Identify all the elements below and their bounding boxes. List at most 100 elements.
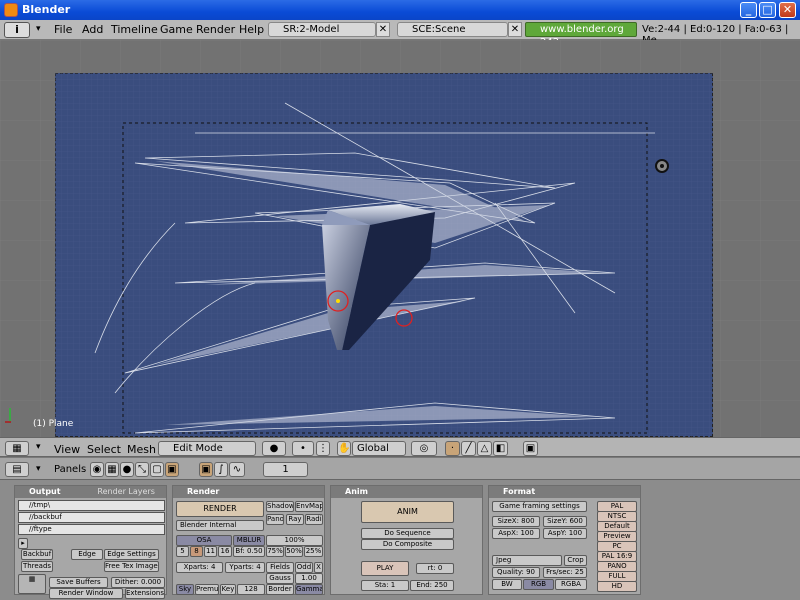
backbuf-toggle[interactable]: Backbuf	[21, 549, 53, 560]
preset-hd[interactable]: HD	[597, 581, 637, 592]
osa-5[interactable]: 5	[176, 546, 189, 557]
dither-field[interactable]: Dither: 0.000	[111, 577, 165, 588]
menu-view[interactable]: View	[54, 443, 80, 456]
tab-render-layers[interactable]: Render Layers	[97, 487, 155, 496]
edge-settings-button[interactable]: Edge Settings	[104, 549, 159, 560]
percent-100-toggle[interactable]: 100%	[266, 535, 323, 546]
key-value-field[interactable]: 128	[237, 584, 265, 595]
save-buffers-toggle[interactable]: Save Buffers	[49, 577, 108, 588]
minimize-button[interactable]: _	[740, 2, 757, 18]
maximize-button[interactable]: □	[759, 2, 776, 18]
ftype-path-field[interactable]: //ftype	[18, 524, 165, 535]
dispview-grid-icon[interactable]: ▦	[18, 574, 46, 594]
editor-type-icon[interactable]: i	[4, 22, 30, 38]
render-engine-selector[interactable]: Blender Internal	[176, 520, 264, 531]
sky-toggle[interactable]: Sky	[176, 584, 194, 595]
fields-toggle[interactable]: Fields	[266, 562, 294, 573]
rgba-toggle[interactable]: RGBA	[555, 579, 587, 590]
crop-toggle[interactable]: Crop	[564, 555, 587, 566]
yparts-field[interactable]: Yparts: 4	[225, 562, 265, 573]
aspy-field[interactable]: AspY: 100	[543, 528, 587, 539]
shadow-toggle[interactable]: Shadow	[266, 501, 294, 512]
shading-context-icon[interactable]: ●	[120, 462, 134, 477]
scene-context-icon[interactable]: ▣	[165, 462, 179, 477]
render-buttons-icon[interactable]: ▣	[199, 462, 213, 477]
backbuf-path-field[interactable]: //backbuf	[18, 512, 165, 523]
editing-context-icon[interactable]: ▢	[150, 462, 164, 477]
percent-25-toggle[interactable]: 25%	[304, 546, 323, 557]
end-frame-field[interactable]: End: 250	[410, 580, 454, 591]
occlude-background-icon[interactable]: ◧	[493, 441, 508, 456]
frs-per-sec-field[interactable]: Frs/sec: 25	[543, 567, 587, 578]
frame-counter[interactable]: 1	[263, 462, 308, 477]
border-toggle[interactable]: Border	[266, 584, 294, 595]
view3d-editor-type-icon[interactable]: ▦	[5, 441, 29, 456]
3d-viewport[interactable]: (1) Plane	[0, 40, 800, 437]
object-context-icon[interactable]: ⤡	[135, 462, 149, 477]
collapse-buttons-icon[interactable]: ▾	[36, 464, 41, 474]
do-sequence-toggle[interactable]: Do Sequence	[361, 528, 454, 539]
face-select-icon[interactable]: △	[477, 441, 492, 456]
bw-toggle[interactable]: BW	[492, 579, 522, 590]
orientation-selector[interactable]: Global	[352, 441, 406, 456]
sizex-field[interactable]: SizeX: 800	[492, 516, 540, 527]
collapse-menu-icon[interactable]: ▾	[36, 24, 41, 34]
ray-toggle[interactable]: Ray	[286, 514, 304, 525]
close-button[interactable]: ✕	[779, 2, 796, 18]
rgb-toggle[interactable]: RGB	[523, 579, 554, 590]
osa-toggle[interactable]: OSA	[176, 535, 232, 546]
render-preview-icon[interactable]: ▣	[523, 441, 538, 456]
menu-mesh[interactable]: Mesh	[127, 443, 156, 456]
snap-grid-icon[interactable]: ⋮	[316, 441, 330, 456]
gauss-toggle[interactable]: Gauss	[266, 573, 294, 584]
gamma-toggle[interactable]: Gamma	[295, 584, 323, 595]
threads-toggle[interactable]: Threads	[21, 561, 53, 572]
anim-button[interactable]: ANIM	[361, 501, 454, 523]
menu-select[interactable]: Select	[87, 443, 121, 456]
game-framing-settings-button[interactable]: Game framing settings	[492, 501, 587, 512]
play-button[interactable]: PLAY	[361, 561, 409, 576]
edge-toggle[interactable]: Edge	[71, 549, 103, 560]
osa-11[interactable]: 11	[204, 546, 217, 557]
osa-8[interactable]: 8	[190, 546, 203, 557]
file-type-selector[interactable]: Jpeg	[492, 555, 562, 566]
manipulator-hand-icon[interactable]: ✋	[337, 441, 351, 456]
xparts-field[interactable]: Xparts: 4	[176, 562, 223, 573]
percent-50-toggle[interactable]: 50%	[285, 546, 303, 557]
osa-16[interactable]: 16	[218, 546, 232, 557]
mode-selector[interactable]: Edit Mode	[158, 441, 256, 456]
collapse-header-icon[interactable]: ▾	[36, 442, 41, 452]
mblur-toggle[interactable]: MBLUR	[233, 535, 265, 546]
quality-field[interactable]: Quality: 90	[492, 567, 540, 578]
draw-type-icon[interactable]: ●	[262, 441, 286, 456]
edge-select-icon[interactable]: ╱	[461, 441, 476, 456]
proportional-edit-icon[interactable]: ◎	[411, 441, 437, 456]
script-context-icon[interactable]: ▦	[105, 462, 119, 477]
anim-buttons-icon[interactable]: ∫	[214, 462, 228, 477]
start-frame-field[interactable]: Sta: 1	[361, 580, 409, 591]
logic-context-icon[interactable]: ◉	[90, 462, 104, 477]
sizey-field[interactable]: SizeY: 600	[543, 516, 587, 527]
aspx-field[interactable]: AspX: 100	[492, 528, 540, 539]
extensions-toggle[interactable]: Extensions	[125, 588, 165, 599]
menu-help[interactable]: Help	[239, 23, 264, 36]
render-window-selector[interactable]: Render Window	[49, 588, 123, 599]
x-toggle[interactable]: X	[314, 562, 323, 573]
key-toggle[interactable]: Key	[220, 584, 236, 595]
radio-toggle[interactable]: Radi	[305, 514, 323, 525]
mesh-object[interactable]	[300, 200, 450, 350]
menu-render[interactable]: Render	[196, 23, 235, 36]
premul-toggle[interactable]: Premul	[195, 584, 219, 595]
vertex-select-icon[interactable]: ·	[445, 441, 460, 456]
menu-file[interactable]: File	[54, 23, 72, 36]
scene-link-icon[interactable]: ▸	[18, 538, 28, 549]
menu-game[interactable]: Game	[160, 23, 193, 36]
screen-delete-icon[interactable]: ✕	[376, 22, 390, 37]
blender-url-link[interactable]: www.blender.org 242	[525, 22, 637, 48]
pano-toggle[interactable]: Pano	[266, 514, 284, 525]
rt-field[interactable]: rt: 0	[416, 563, 454, 574]
sound-buttons-icon[interactable]: ∿	[229, 462, 245, 477]
percent-75-toggle[interactable]: 75%	[266, 546, 284, 557]
gauss-value-field[interactable]: 1.00	[295, 573, 323, 584]
bf-field[interactable]: Bf: 0.50	[233, 546, 265, 557]
